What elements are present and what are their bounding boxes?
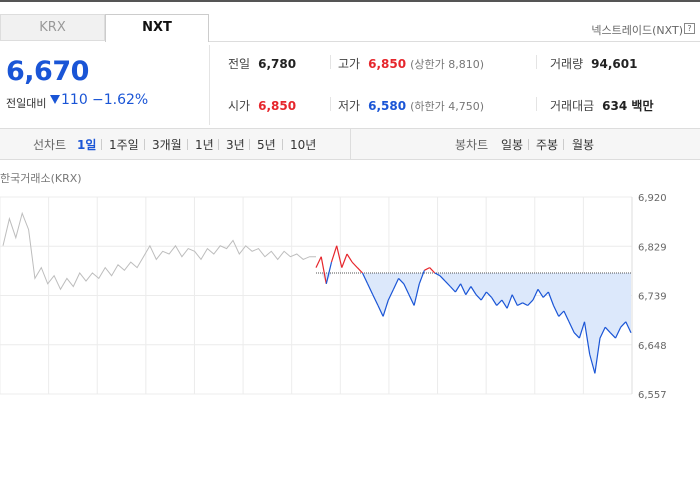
price-line-segment [330, 245, 338, 263]
price-line-segment [341, 253, 348, 268]
price-chart: 6,920 6,829 6,739 6,648 6,557 [0, 193, 667, 401]
price-line-segment [346, 253, 353, 263]
price-line-segment [320, 256, 327, 284]
y-tick-label: 6,739 [638, 292, 667, 303]
y-tick-label: 6,920 [638, 193, 667, 204]
y-tick-label: 6,557 [638, 390, 667, 401]
prev-session-line [2, 211, 316, 291]
price-line-segment [351, 261, 358, 269]
price-line-segment [429, 267, 436, 274]
price-line-segment [356, 267, 363, 274]
y-tick-label: 6,829 [638, 242, 667, 253]
price-line-segment [424, 267, 430, 271]
price-line-segment [336, 245, 343, 268]
y-tick-label: 6,648 [638, 341, 667, 352]
price-line-segment [315, 256, 322, 268]
